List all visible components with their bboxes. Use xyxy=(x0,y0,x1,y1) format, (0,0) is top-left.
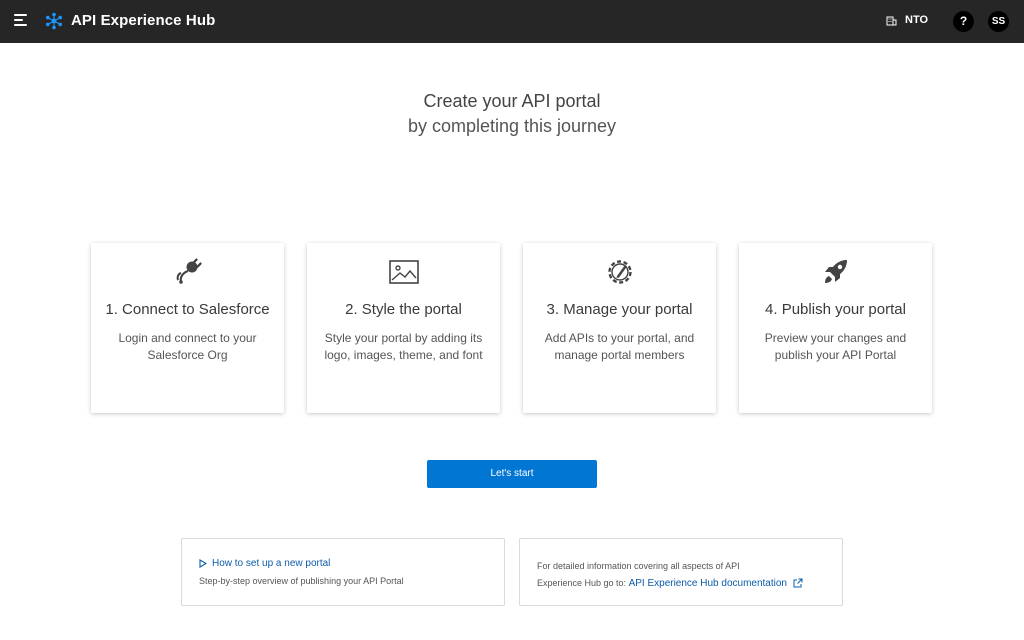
gear-edit-icon xyxy=(607,260,632,284)
step-card-style: 2. Style the portal Style your portal by… xyxy=(307,243,500,413)
intro-heading: Create your API portal by completing thi… xyxy=(0,90,1024,140)
page-title: Create your API portal xyxy=(423,91,601,111)
docs-text-line-1: For detailed information covering all as… xyxy=(537,561,740,571)
page-subtitle: by completing this journey xyxy=(407,116,617,136)
play-icon xyxy=(199,559,207,568)
step-description: Style your portal by adding its logo, im… xyxy=(324,331,483,362)
documentation-box: For detailed information covering all as… xyxy=(519,538,843,606)
setup-guide-box: How to set up a new portal Step-by-step … xyxy=(181,538,505,606)
lets-start-button[interactable]: Let's start xyxy=(427,460,597,488)
rocket-icon xyxy=(824,260,847,283)
step-description: Add APIs to your portal, and manage port… xyxy=(544,331,695,362)
step-title: 4. Publish your portal xyxy=(765,301,906,318)
app-title: API Experience Hub xyxy=(71,12,216,29)
avatar[interactable]: SS xyxy=(988,11,1009,32)
building-icon xyxy=(886,16,897,25)
step-description: Login and connect to your Salesforce Org xyxy=(118,331,257,362)
step-title: 2. Style the portal xyxy=(345,301,462,318)
help-button[interactable]: ? xyxy=(953,11,974,32)
org-switcher[interactable]: NTO xyxy=(886,14,928,26)
step-title: 1. Connect to Salesforce xyxy=(105,301,270,318)
setup-guide-link-text[interactable]: How to set up a new portal xyxy=(212,558,330,569)
app-logo-icon xyxy=(46,12,62,30)
external-link-icon[interactable] xyxy=(793,578,803,588)
plug-icon xyxy=(176,258,202,284)
step-card-manage: 3. Manage your portal Add APIs to your p… xyxy=(523,243,716,413)
step-card-connect: 1. Connect to Salesforce Login and conne… xyxy=(91,243,284,413)
top-bar: API Experience Hub NTO ? SS xyxy=(0,0,1024,43)
menu-icon[interactable] xyxy=(14,14,28,28)
setup-guide-link[interactable]: How to set up a new portal xyxy=(199,558,330,569)
docs-text-line-2: Experience Hub go to: xyxy=(537,578,629,588)
step-card-publish: 4. Publish your portal Preview your chan… xyxy=(739,243,932,413)
org-label: NTO xyxy=(905,14,929,26)
image-icon xyxy=(388,260,419,284)
setup-guide-description: Step-by-step overview of publishing your… xyxy=(199,576,404,586)
step-title: 3. Manage your portal xyxy=(546,301,693,318)
step-description: Preview your changes and publish your AP… xyxy=(764,331,907,362)
documentation-link[interactable]: API Experience Hub documentation xyxy=(629,578,787,589)
